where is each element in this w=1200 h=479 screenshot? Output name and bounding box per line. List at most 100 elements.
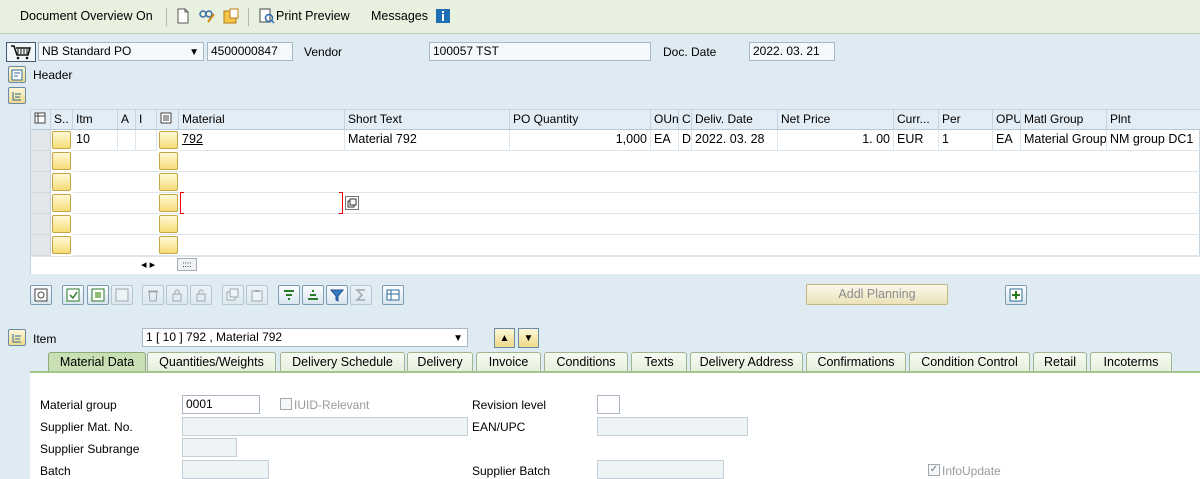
- table-row[interactable]: [73, 214, 1200, 235]
- shopping-cart-icon[interactable]: [6, 42, 36, 62]
- column-header-currency[interactable]: Curr...: [894, 110, 939, 130]
- messages-button[interactable]: Messages: [371, 9, 428, 23]
- row-status-button[interactable]: [52, 152, 71, 170]
- row-selector[interactable]: [31, 172, 51, 193]
- other-document-icon[interactable]: [222, 7, 240, 25]
- revision-level-field[interactable]: [597, 395, 620, 414]
- cell-i[interactable]: [136, 130, 157, 151]
- tab-delivery[interactable]: Delivery: [407, 352, 473, 371]
- po-number-field[interactable]: 4500000847: [207, 42, 293, 61]
- cell-deliv-date[interactable]: 2022. 03. 28: [692, 130, 778, 151]
- column-config-icon[interactable]: [157, 110, 179, 130]
- table-row[interactable]: [73, 193, 1200, 214]
- batch-field[interactable]: [182, 460, 269, 479]
- row-selector[interactable]: [31, 151, 51, 172]
- tab-delivery-schedule[interactable]: Delivery Schedule: [280, 352, 405, 371]
- scroll-handle[interactable]: ::::: [177, 258, 197, 271]
- table-row[interactable]: [73, 172, 1200, 193]
- select-block-button[interactable]: [87, 285, 109, 305]
- cell-short-text[interactable]: Material 792: [345, 130, 510, 151]
- cell-oun[interactable]: EA: [651, 130, 679, 151]
- details-button[interactable]: [30, 285, 52, 305]
- delete-icon[interactable]: [142, 285, 164, 305]
- copy-item-icon[interactable]: [222, 285, 244, 305]
- next-item-button[interactable]: ▼: [518, 328, 539, 348]
- tab-condition-control[interactable]: Condition Control: [909, 352, 1030, 371]
- items-overview-toggle-button[interactable]: [8, 87, 26, 104]
- document-overview-button[interactable]: Document Overview On: [20, 9, 153, 23]
- paste-icon[interactable]: [246, 285, 268, 305]
- column-header-matl-group[interactable]: Matl Group: [1021, 110, 1107, 130]
- row-selector[interactable]: [31, 130, 51, 151]
- column-header-short-text[interactable]: Short Text: [345, 110, 510, 130]
- print-preview-button[interactable]: Print Preview: [276, 9, 350, 23]
- supplier-mat-no-field[interactable]: [182, 417, 468, 436]
- display-change-icon[interactable]: [198, 7, 216, 25]
- vendor-field[interactable]: 100057 TST: [429, 42, 651, 61]
- table-row[interactable]: [73, 151, 1200, 172]
- supplier-batch-field[interactable]: [597, 460, 724, 479]
- column-header-itm[interactable]: Itm: [73, 110, 118, 130]
- row-status-button[interactable]: [52, 215, 71, 233]
- unlock-icon[interactable]: [190, 285, 212, 305]
- copy-icon[interactable]: [345, 196, 359, 210]
- add-item-icon[interactable]: [1005, 285, 1027, 305]
- tab-invoice[interactable]: Invoice: [476, 352, 541, 371]
- filter-icon[interactable]: [326, 285, 348, 305]
- cell-opu[interactable]: EA: [993, 130, 1021, 151]
- doc-date-field[interactable]: 2022. 03. 21: [749, 42, 835, 61]
- item-selector-dropdown[interactable]: 1 [ 10 ] 792 , Material 792 ▼: [142, 328, 468, 347]
- row-selector[interactable]: [31, 193, 51, 214]
- addl-planning-button[interactable]: Addl Planning: [806, 284, 948, 305]
- table-row[interactable]: [73, 235, 1200, 256]
- cell-itm[interactable]: 10: [73, 130, 118, 151]
- ean-upc-field[interactable]: [597, 417, 748, 436]
- layout-icon[interactable]: [382, 285, 404, 305]
- supplier-subrange-field[interactable]: [182, 438, 237, 457]
- column-header-opu[interactable]: OPU: [993, 110, 1021, 130]
- new-document-icon[interactable]: [174, 7, 192, 25]
- deselect-all-button[interactable]: [111, 285, 133, 305]
- select-all-button[interactable]: [62, 285, 84, 305]
- tab-quantities-weights[interactable]: Quantities/Weights: [147, 352, 276, 371]
- tab-texts[interactable]: Texts: [631, 352, 687, 371]
- column-header-a[interactable]: A: [118, 110, 136, 130]
- sort-ascending-icon[interactable]: [278, 285, 300, 305]
- column-header-net-price[interactable]: Net Price: [778, 110, 894, 130]
- material-group-field[interactable]: 0001: [182, 395, 260, 414]
- cell-currency[interactable]: EUR: [894, 130, 939, 151]
- column-header-oun[interactable]: OUn: [651, 110, 679, 130]
- row-status-button[interactable]: [52, 236, 71, 254]
- scroll-arrows[interactable]: ◂ ▸: [141, 258, 155, 271]
- tab-material-data[interactable]: Material Data: [48, 352, 146, 371]
- tab-retail[interactable]: Retail: [1033, 352, 1087, 371]
- tab-confirmations[interactable]: Confirmations: [806, 352, 906, 371]
- tab-incoterms[interactable]: Incoterms: [1090, 352, 1172, 371]
- row-status-button[interactable]: [52, 194, 71, 212]
- material-help-button[interactable]: [159, 131, 178, 149]
- row-status-button[interactable]: [52, 173, 71, 191]
- column-header-per[interactable]: Per: [939, 110, 993, 130]
- print-preview-icon[interactable]: [257, 7, 275, 25]
- item-detail-toggle-button[interactable]: [8, 329, 26, 346]
- infoupdate-checkbox[interactable]: ✓: [928, 464, 940, 476]
- column-header-i[interactable]: I: [136, 110, 157, 130]
- header-expand-button[interactable]: [8, 66, 26, 83]
- column-header-po-quantity[interactable]: PO Quantity: [510, 110, 651, 130]
- cell-matl-group[interactable]: Material Group..: [1021, 130, 1107, 151]
- row-selector[interactable]: [31, 235, 51, 256]
- column-header-deliv-date[interactable]: Deliv. Date: [692, 110, 778, 130]
- cell-a[interactable]: [118, 130, 136, 151]
- lock-icon[interactable]: [166, 285, 188, 305]
- po-type-dropdown[interactable]: NB Standard PO ▼: [38, 42, 204, 61]
- column-header-plnt[interactable]: Plnt: [1107, 110, 1200, 130]
- column-header-material[interactable]: Material: [179, 110, 345, 130]
- cell-per[interactable]: 1: [939, 130, 993, 151]
- table-settings-icon[interactable]: [31, 110, 51, 130]
- previous-item-button[interactable]: ▲: [494, 328, 515, 348]
- horizontal-scrollbar[interactable]: ◂ ▸ ::::: [31, 256, 1200, 274]
- tab-conditions[interactable]: Conditions: [544, 352, 628, 371]
- cell-material[interactable]: 792: [179, 130, 345, 151]
- sum-icon[interactable]: [350, 285, 372, 305]
- info-icon[interactable]: [434, 7, 452, 25]
